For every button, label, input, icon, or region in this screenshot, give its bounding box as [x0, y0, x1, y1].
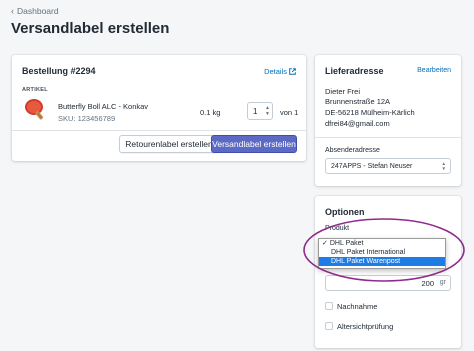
sender-select[interactable]: 247APPS - Stefan Neuser ▲ ▼	[325, 158, 451, 174]
breadcrumb[interactable]: ‹ Dashboard	[11, 6, 59, 16]
stepper-arrows[interactable]: ▲ ▼	[265, 105, 270, 117]
column-header-artikel: ARTIKEL	[22, 87, 48, 93]
quantity-stepper[interactable]: 1 ▲ ▼	[247, 102, 273, 120]
order-divider	[12, 130, 306, 131]
edit-address-link[interactable]: Bearbeiten	[417, 67, 451, 74]
nachnahme-label: Nachnahme	[337, 302, 378, 311]
table-tennis-bat-icon	[25, 99, 44, 120]
altersprufung-checkbox[interactable]	[325, 322, 333, 330]
address-line-2: Brunnenstraße 12A	[325, 97, 391, 106]
chevron-left-icon: ‹	[11, 6, 14, 16]
product-weight: 0.1 kg	[200, 108, 221, 117]
return-label-button[interactable]: Retourenlabel erstellen	[119, 135, 219, 153]
product-name: Butterfly Boll ALC - Konkav	[58, 102, 149, 111]
order-title: Bestellung #2294	[22, 66, 96, 76]
select-arrows-icon: ▲ ▼	[441, 161, 446, 171]
altersprufung-label: Altersichtprüfung	[337, 322, 394, 331]
quantity-of: von 1	[280, 108, 299, 117]
address-line-3: DE-56218 Mülheim-Kärlich	[325, 108, 415, 117]
sender-label: Absenderadresse	[325, 147, 380, 154]
page-title: Versandlabel erstellen	[11, 20, 170, 37]
breadcrumb-label: Dashboard	[17, 6, 59, 16]
order-card: Bestellung #2294 Details ARTIKEL Butterf…	[12, 55, 306, 161]
decrement-icon[interactable]: ▼	[265, 111, 270, 117]
address-title: Lieferadresse	[325, 66, 384, 76]
details-link[interactable]: Details	[264, 67, 296, 76]
product-thumbnail	[22, 96, 48, 122]
address-card: Lieferadresse Bearbeiten Dieter Frei Bru…	[315, 55, 461, 186]
product-sku: SKU: 123456789	[58, 114, 116, 123]
quantity-value: 1	[253, 106, 258, 116]
address-divider	[315, 137, 461, 138]
address-line-1: Dieter Frei	[325, 87, 361, 96]
create-shipping-label-button[interactable]: Versandlabel erstellen	[211, 135, 297, 153]
details-link-label: Details	[264, 67, 287, 76]
nachnahme-checkbox[interactable]	[325, 302, 333, 310]
external-link-icon	[289, 68, 296, 75]
annotation-ellipse	[303, 218, 465, 282]
address-email: dfrei84@gmail.com	[325, 119, 390, 128]
sender-select-value: 247APPS - Stefan Neuser	[331, 162, 413, 170]
